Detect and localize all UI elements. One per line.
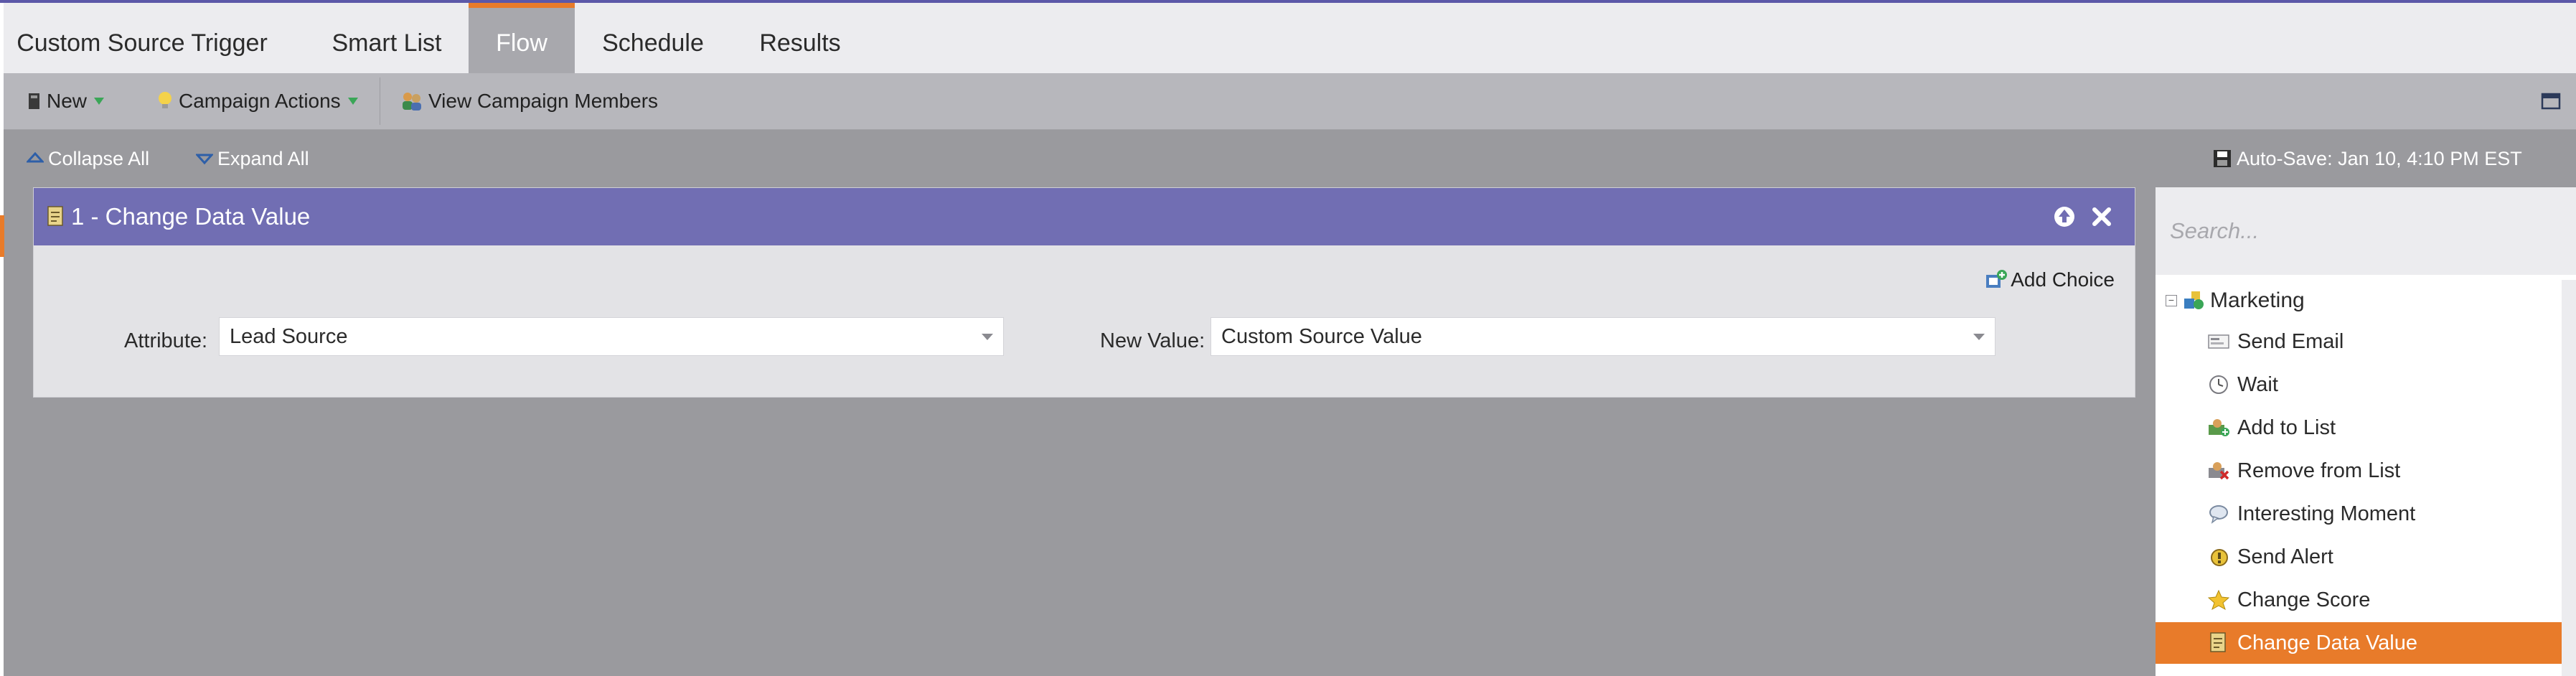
attribute-select-value: Lead Source bbox=[230, 325, 348, 348]
remove-from-list-icon bbox=[2207, 459, 2230, 482]
new-value-select[interactable]: Custom Source Value bbox=[1211, 317, 1996, 356]
palette-item-send-email[interactable]: Send Email bbox=[2156, 321, 2566, 362]
close-icon[interactable] bbox=[2087, 202, 2116, 231]
data-value-icon bbox=[47, 206, 63, 226]
flow-actions-palette: − Marketing Send Email Wait Add to List … bbox=[2156, 187, 2576, 676]
tab-results[interactable]: Results bbox=[750, 3, 850, 73]
chevron-down-icon bbox=[347, 98, 358, 105]
campaign-actions-button[interactable]: Campaign Actions bbox=[156, 73, 358, 129]
move-up-icon[interactable] bbox=[2050, 202, 2079, 231]
palette-item-send-alert[interactable]: Send Alert bbox=[2156, 536, 2566, 578]
data-value-icon bbox=[2207, 632, 2230, 654]
tree-group-label: Marketing bbox=[2210, 288, 2305, 312]
alert-icon bbox=[2207, 545, 2230, 568]
save-disk-icon bbox=[2214, 150, 2231, 167]
palette-item-label: Add to List bbox=[2237, 416, 2336, 439]
lightbulb-icon bbox=[159, 92, 171, 108]
star-icon bbox=[2207, 588, 2230, 611]
speech-bubble-icon bbox=[2207, 502, 2230, 525]
palette-item-add-to-list[interactable]: Add to List bbox=[2156, 407, 2566, 449]
view-campaign-members-label: View Campaign Members bbox=[428, 90, 659, 112]
new-value-select-value: Custom Source Value bbox=[1221, 325, 1422, 348]
collapse-all-label: Collapse All bbox=[48, 147, 150, 169]
expand-all-button[interactable]: Expand All bbox=[196, 130, 309, 187]
new-doc-icon bbox=[29, 93, 39, 109]
palette-search-row bbox=[2156, 187, 2576, 275]
flow-step-card: 1 - Change Data Value Add Choice Attribu… bbox=[33, 187, 2135, 398]
attribute-select[interactable]: Lead Source bbox=[219, 317, 1004, 356]
palette-item-label: Interesting Moment bbox=[2237, 502, 2416, 525]
tab-schedule[interactable]: Schedule bbox=[585, 3, 721, 73]
new-menu-button[interactable]: New bbox=[27, 73, 105, 129]
add-choice-icon bbox=[1986, 270, 2008, 288]
window-toggle-icon bbox=[2541, 93, 2561, 110]
members-icon bbox=[403, 93, 421, 111]
collapse-node-icon[interactable]: − bbox=[2166, 295, 2177, 306]
expand-all-label: Expand All bbox=[217, 147, 309, 169]
chevron-down-icon bbox=[1973, 334, 1985, 340]
tab-bar: Custom Source Trigger Smart List Flow Sc… bbox=[4, 3, 2576, 73]
chevron-down-icon bbox=[94, 98, 105, 105]
palette-search-input[interactable] bbox=[2156, 187, 2576, 275]
chevron-down-icon bbox=[982, 334, 993, 340]
palette-item-change-data-value[interactable]: Change Data Value bbox=[2156, 622, 2566, 664]
campaign-actions-label: Campaign Actions bbox=[179, 90, 341, 112]
add-to-list-icon bbox=[2207, 416, 2230, 439]
collapse-icon bbox=[27, 152, 44, 163]
autosave-text: Auto-Save: Jan 10, 4:10 PM EST bbox=[2237, 147, 2522, 169]
palette-item-label: Send Email bbox=[2237, 329, 2344, 353]
collapse-all-button[interactable]: Collapse All bbox=[27, 130, 149, 187]
palette-item-label: Change Score bbox=[2237, 588, 2371, 611]
palette-scrollbar[interactable] bbox=[2562, 280, 2576, 676]
flow-action-bar: Collapse All Expand All Auto-Save: Jan 1… bbox=[4, 130, 2576, 187]
palette-item-change-score[interactable]: Change Score bbox=[2156, 579, 2566, 621]
clock-icon bbox=[2207, 373, 2230, 396]
tab-smart-list[interactable]: Smart List bbox=[308, 3, 466, 73]
palette-item-label: Wait bbox=[2237, 372, 2278, 396]
palette-item-wait[interactable]: Wait bbox=[2156, 364, 2566, 405]
flow-step-title: 1 - Change Data Value bbox=[71, 203, 311, 230]
tree-group-marketing[interactable]: − Marketing bbox=[2166, 281, 2305, 321]
palette-item-label: Send Alert bbox=[2237, 545, 2333, 568]
palette-item-remove-from-list[interactable]: Remove from List bbox=[2156, 450, 2566, 492]
toolbar: New Campaign Actions View Campaign Membe… bbox=[4, 73, 2576, 130]
tab-flow[interactable]: Flow bbox=[469, 3, 575, 73]
flow-step-header[interactable]: 1 - Change Data Value bbox=[34, 188, 2135, 245]
add-choice-button[interactable]: Add Choice bbox=[1985, 268, 2115, 291]
email-icon bbox=[2207, 330, 2230, 353]
new-label: New bbox=[47, 90, 88, 112]
palette-item-label: Change Data Value bbox=[2237, 631, 2417, 654]
attribute-label: Attribute: bbox=[124, 329, 208, 352]
add-choice-label: Add Choice bbox=[2011, 268, 2115, 291]
palette-item-label: Remove from List bbox=[2237, 459, 2401, 482]
left-orange-marker bbox=[0, 215, 4, 257]
window-icon[interactable] bbox=[2541, 73, 2565, 129]
palette-item-interesting-moment[interactable]: Interesting Moment bbox=[2156, 493, 2566, 535]
expand-icon bbox=[196, 154, 213, 165]
autosave-status: Auto-Save: Jan 10, 4:10 PM EST bbox=[2212, 130, 2522, 187]
marketing-group-icon bbox=[2184, 291, 2204, 309]
tab-custom-source-trigger[interactable]: Custom Source Trigger bbox=[17, 3, 268, 73]
new-value-label: New Value: bbox=[1100, 329, 1205, 352]
view-campaign-members-button[interactable]: View Campaign Members bbox=[400, 73, 658, 129]
